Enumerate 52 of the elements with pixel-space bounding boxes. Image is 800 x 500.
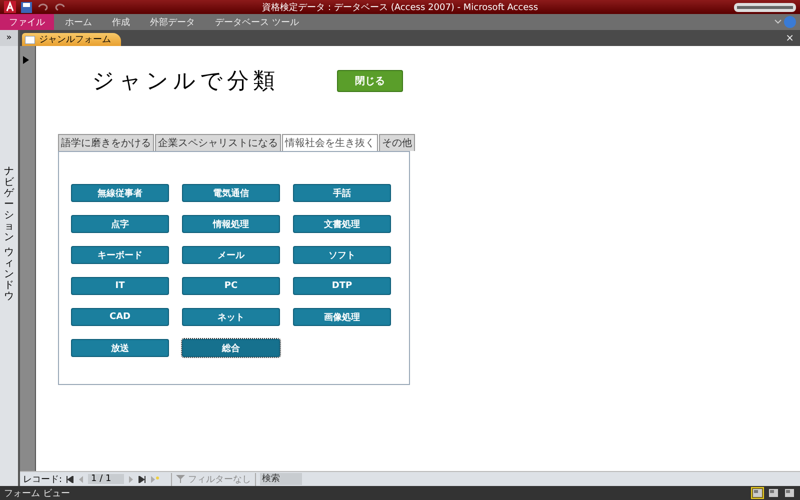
navigation-pane-label[interactable]: ウィンドウ bbox=[4, 247, 14, 302]
ribbon-tab[interactable]: データベース ツール bbox=[206, 14, 308, 30]
genre-button[interactable]: 電気通信 bbox=[182, 184, 280, 202]
close-button[interactable]: × bbox=[780, 30, 800, 46]
genre-button[interactable]: 手話 bbox=[293, 184, 391, 202]
form-tab[interactable]: 企業スペシャリストになる bbox=[155, 134, 281, 151]
window-controls-icon[interactable] bbox=[734, 2, 796, 12]
view-button[interactable] bbox=[751, 487, 764, 499]
form-icon bbox=[25, 36, 35, 44]
filter-icon bbox=[176, 475, 186, 483]
genre-button[interactable]: 点字 bbox=[71, 215, 169, 233]
genre-button[interactable]: ネット bbox=[182, 308, 280, 326]
genre-button[interactable]: CAD bbox=[71, 308, 169, 326]
form-tab[interactable]: 情報社会を生き抜く bbox=[282, 134, 378, 151]
current-record-icon bbox=[23, 56, 29, 64]
genre-button[interactable]: IT bbox=[71, 277, 169, 295]
ribbon-tab[interactable]: 作成 bbox=[103, 14, 139, 30]
genre-button[interactable]: 無線従事者 bbox=[71, 184, 169, 202]
ribbon-tab[interactable]: ホーム bbox=[56, 14, 101, 30]
ribbon-tab[interactable]: 外部データ bbox=[141, 14, 204, 30]
genre-button[interactable]: DTP bbox=[293, 277, 391, 295]
genre-button[interactable]: 総合 bbox=[182, 339, 280, 357]
genre-button[interactable]: 放送 bbox=[71, 339, 169, 357]
record-label: レコード: bbox=[23, 474, 62, 486]
redo-icon[interactable] bbox=[54, 2, 66, 12]
undo-icon[interactable] bbox=[37, 2, 49, 12]
app-icon[interactable] bbox=[4, 1, 16, 13]
form-heading: ジャンルで分類 bbox=[92, 68, 279, 96]
genre-button[interactable]: メール bbox=[182, 246, 280, 264]
status-text: フォーム ビュー bbox=[4, 488, 70, 500]
chevron-icon[interactable] bbox=[774, 19, 782, 25]
search-field[interactable]: 検索 bbox=[260, 473, 302, 485]
last-record-icon[interactable] bbox=[138, 476, 146, 482]
document-tab[interactable]: ジャンルフォーム bbox=[22, 33, 121, 46]
expand-button[interactable]: » bbox=[0, 30, 18, 46]
genre-button[interactable]: 情報処理 bbox=[182, 215, 280, 233]
genre-button[interactable]: キーボード bbox=[71, 246, 169, 264]
ribbon-tab[interactable]: ファイル bbox=[0, 14, 54, 30]
genre-button[interactable]: 文書処理 bbox=[293, 215, 391, 233]
close-form-button[interactable]: 閉じる bbox=[337, 70, 403, 92]
first-record-icon[interactable] bbox=[66, 476, 74, 482]
genre-button[interactable]: PC bbox=[182, 277, 280, 295]
view-button[interactable] bbox=[783, 487, 796, 499]
form-tab[interactable]: 語学に磨きをかける bbox=[58, 134, 154, 151]
view-button[interactable] bbox=[767, 487, 780, 499]
navigation-pane-label[interactable]: ナビゲーション bbox=[4, 166, 14, 243]
record-position-field[interactable]: 1 / 1 bbox=[88, 474, 124, 484]
genre-button[interactable]: ソフト bbox=[293, 246, 391, 264]
save-icon[interactable] bbox=[21, 2, 32, 12]
genre-button[interactable]: 画像処理 bbox=[293, 308, 391, 326]
window-title: 資格検定データ：データベース (Access 2007) - Microsoft Access bbox=[262, 2, 538, 14]
form-tab[interactable]: その他 bbox=[379, 134, 415, 151]
